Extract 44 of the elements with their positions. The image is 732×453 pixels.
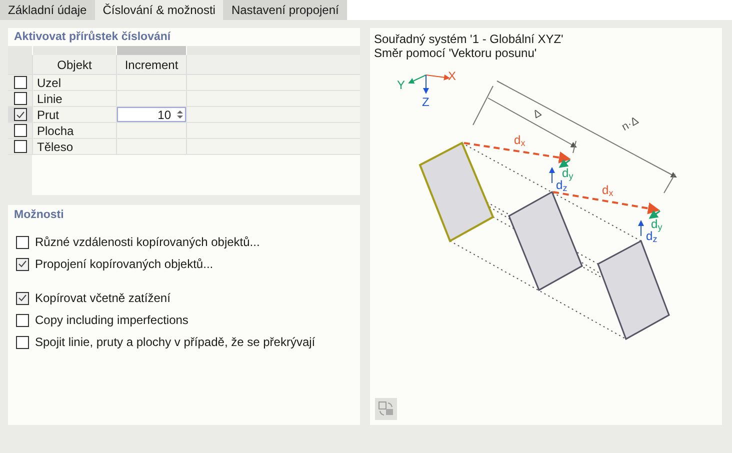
tab[interactable]: Nastavení propojení [223, 0, 347, 20]
checkbox[interactable] [16, 292, 29, 304]
column-header: Objekt [32, 55, 116, 74]
section-title: Aktivovat přírůstek číslování [13, 30, 172, 45]
dimension-label: n·Δ [620, 116, 641, 134]
table-cell: Prut [32, 107, 116, 122]
option-label[interactable]: Spojit linie, pruty a plochy v případě, že se překrývají [35, 333, 316, 351]
preview-caption: Směr pomocí 'Vektoru posunu' [374, 46, 538, 60]
axis-label: Y [397, 79, 406, 91]
axis-label: Z [422, 96, 430, 108]
tab[interactable]: Základní údaje [0, 0, 95, 20]
option-label[interactable]: Propojení kopírovaných objektů... [35, 255, 214, 273]
option-label[interactable]: Copy including imperfections [35, 311, 188, 329]
column-header: Increment [116, 55, 186, 74]
checkbox[interactable] [16, 314, 29, 326]
axes-icon [408, 74, 450, 94]
view-toggle-button[interactable] [375, 398, 397, 420]
increment-field[interactable]: 10 [117, 107, 186, 122]
checkbox[interactable] [16, 336, 29, 348]
vector-label: d$_{z}$ [556, 179, 568, 191]
axis-label: X [448, 70, 456, 82]
checkbox[interactable] [16, 236, 29, 248]
table-cell: Uzel [32, 75, 116, 90]
option-label[interactable]: Různé vzdálenosti kopírovaných objektů... [35, 233, 260, 251]
option-label[interactable]: Kopírovat včetně zatížení [35, 289, 170, 307]
checkbox[interactable] [16, 258, 29, 270]
checkbox[interactable] [14, 140, 26, 153]
checkbox[interactable] [14, 124, 26, 137]
checkbox[interactable] [14, 92, 26, 105]
vector-label: d$_{z}$ [646, 230, 658, 242]
checkbox[interactable] [14, 108, 26, 121]
dimension-label: Δ [532, 108, 544, 122]
vector-label: d$_{x}$ [602, 184, 614, 196]
table-cell: Linie [32, 91, 116, 106]
preview-caption: Souřadný systém '1 - Globální XYZ' [374, 32, 564, 46]
table-cell: Těleso [32, 139, 116, 154]
vector-label: d$_{y}$ [562, 167, 574, 179]
vector-label: d$_{y}$ [651, 218, 662, 230]
swap-icon [378, 401, 394, 417]
checkbox[interactable] [14, 76, 26, 89]
spinner-icon[interactable] [177, 110, 183, 119]
vector-label: d$_{x}$ [514, 134, 526, 146]
section-title: Možnosti [14, 208, 65, 223]
table-cell: Plocha [32, 123, 116, 138]
